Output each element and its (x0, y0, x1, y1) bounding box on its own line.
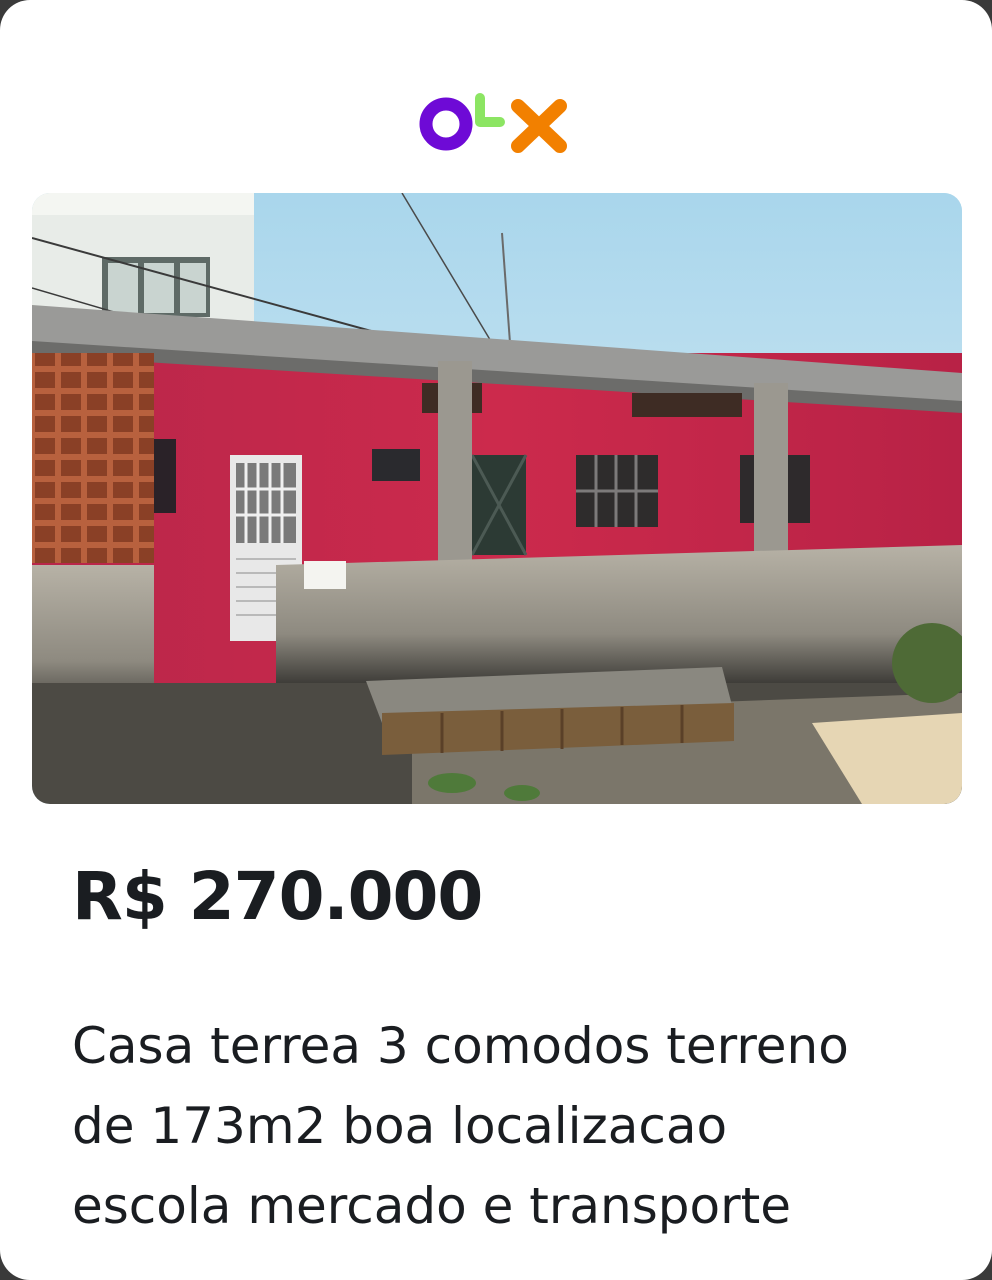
description-line: escola mercado e transporte (72, 1177, 792, 1235)
house-photo[interactable] (32, 193, 962, 804)
olx-logo-icon (418, 84, 578, 164)
description-line: de 173m2 boa localizacao (72, 1097, 728, 1155)
description-line: Casa terrea 3 comodos terreno (72, 1017, 849, 1075)
listing-price: R$ 270.000 (72, 858, 483, 935)
listing-description: Casa terrea 3 comodos terreno de 173m2 b… (72, 1006, 952, 1246)
listing-card[interactable]: R$ 270.000 Casa terrea 3 comodos terreno… (0, 0, 992, 1280)
